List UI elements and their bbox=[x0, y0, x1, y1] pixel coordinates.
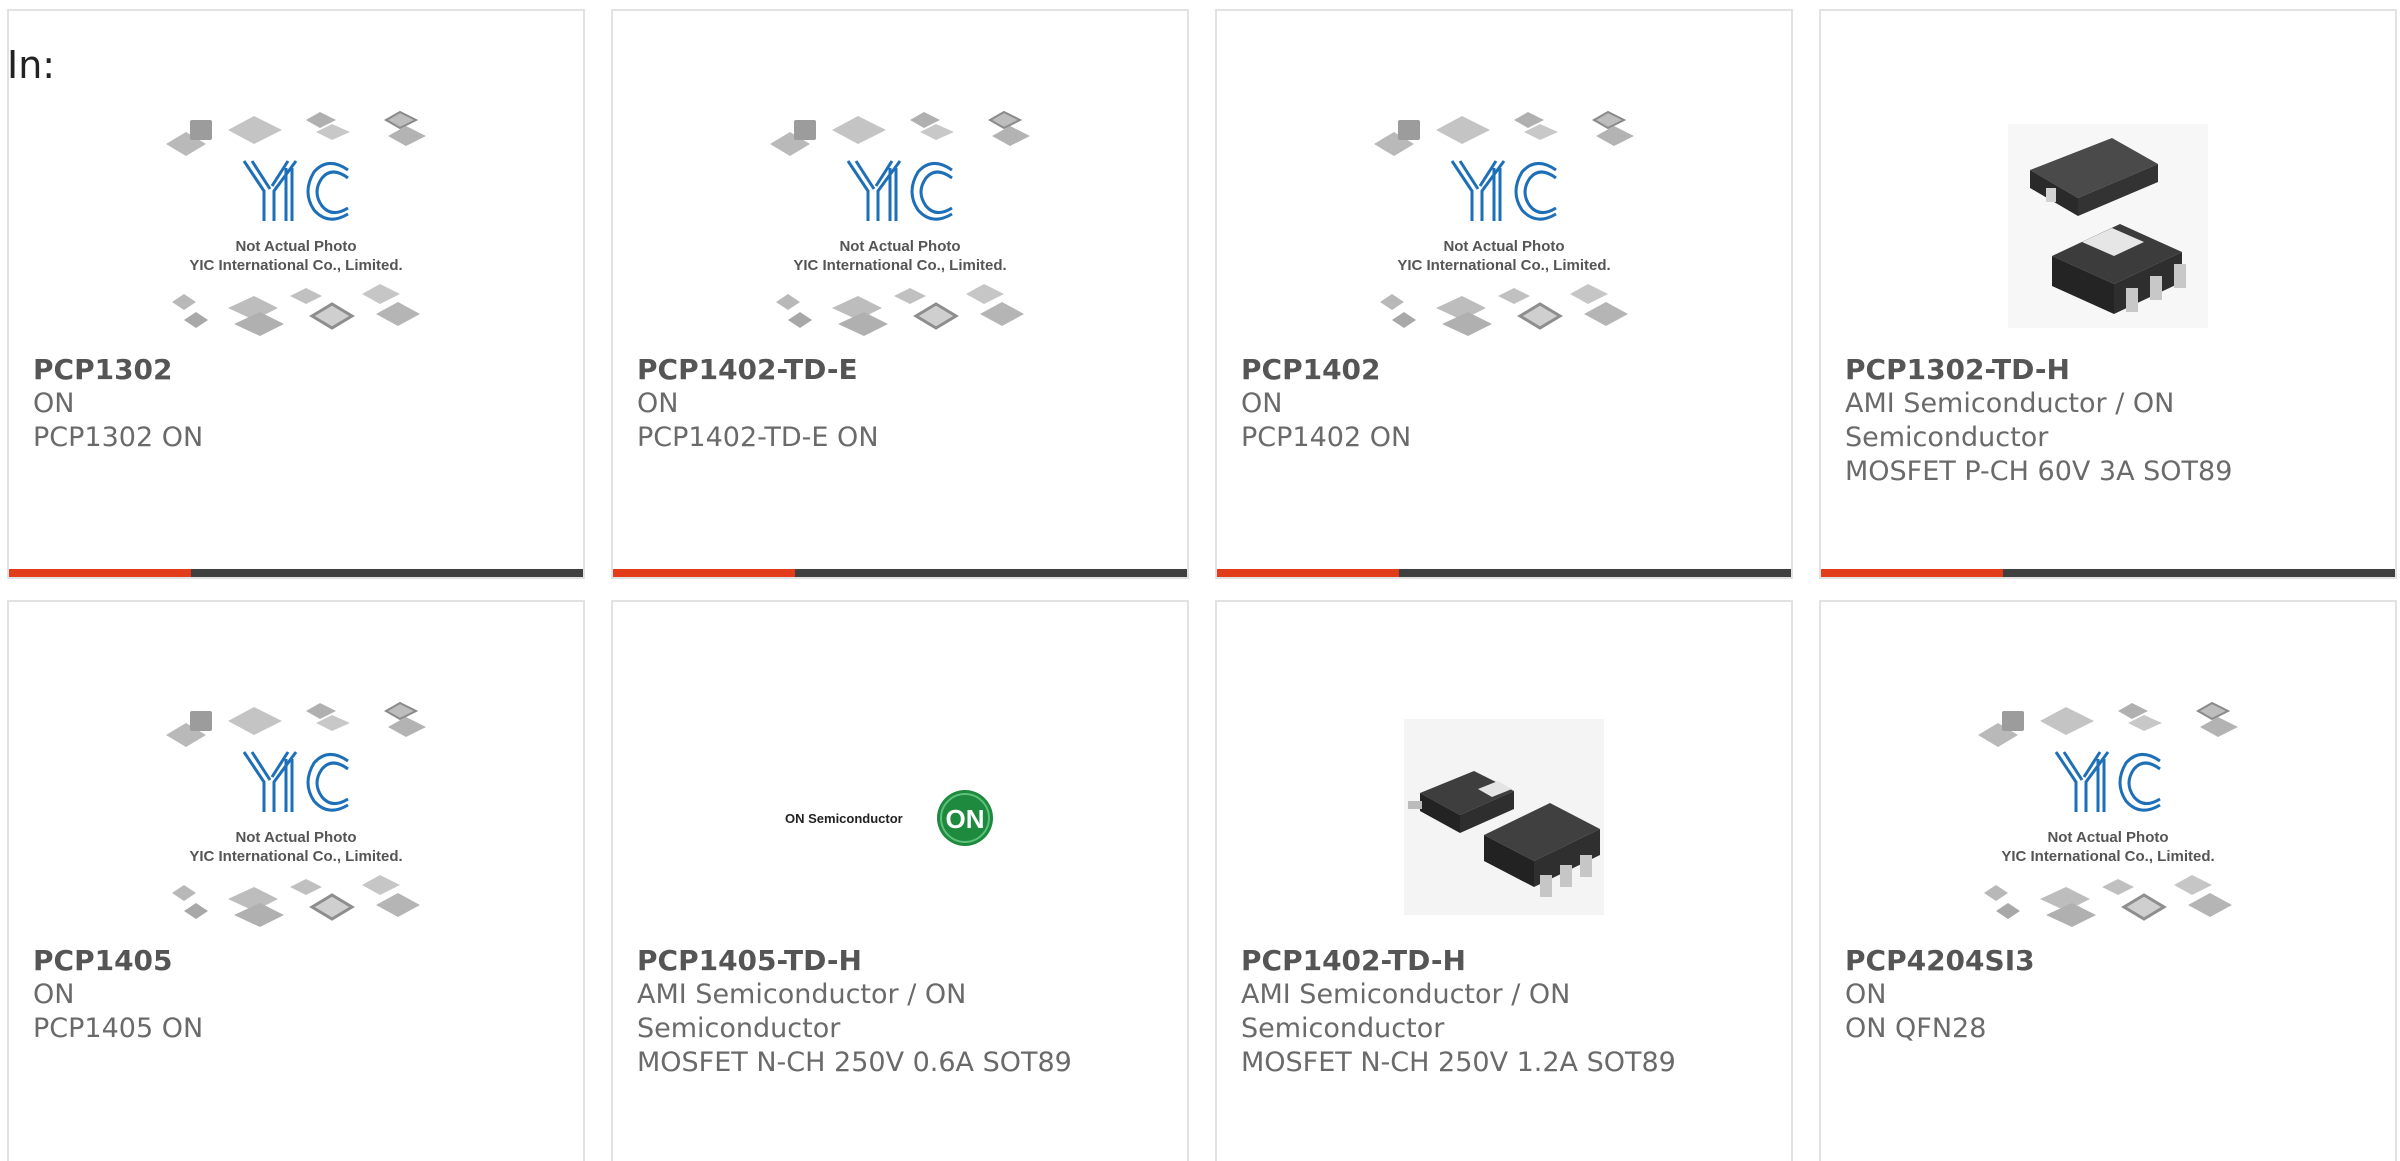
product-manufacturer: AMI Semiconductor / ON Semiconductor bbox=[1845, 388, 2175, 453]
on-semiconductor-wordmark: ON Semiconductor bbox=[785, 811, 903, 826]
chip-cluster-top-icon bbox=[1374, 110, 1634, 156]
product-part-number-link[interactable]: PCP1402-TD-H bbox=[1241, 944, 1767, 978]
placeholder-photo-image[interactable]: Not Actual Photo YIC International Co., … bbox=[1821, 687, 2395, 947]
product-info: PCP1405-TD-H AMI Semiconductor / ON Semi… bbox=[637, 944, 1163, 1080]
product-card[interactable]: Not Actual Photo YIC International Co., … bbox=[7, 600, 585, 1161]
chip-cluster-top-icon bbox=[166, 110, 426, 156]
product-manufacturer: ON bbox=[1241, 388, 1283, 419]
placeholder-photo-image[interactable]: Not Actual Photo YIC International Co., … bbox=[1217, 96, 1791, 356]
placeholder-line1: Not Actual Photo bbox=[1443, 238, 1564, 255]
chip-cluster-bottom-icon bbox=[1380, 284, 1628, 336]
placeholder-line2: YIC International Co., Limited. bbox=[1397, 257, 1610, 274]
product-part-number-link[interactable]: PCP1402 bbox=[1241, 353, 1767, 387]
placeholder-line1: Not Actual Photo bbox=[235, 829, 356, 846]
sot89-package-photo[interactable] bbox=[1217, 687, 1791, 947]
placeholder-line2: YIC International Co., Limited. bbox=[189, 848, 402, 865]
product-info: PCP4204SI3 ON ON QFN28 bbox=[1845, 944, 2371, 1046]
yic-logo-icon bbox=[242, 160, 349, 221]
product-description: MOSFET P-CH 60V 3A SOT89 bbox=[1845, 456, 2233, 487]
product-description: MOSFET N-CH 250V 0.6A SOT89 bbox=[637, 1047, 1072, 1078]
product-card[interactable]: Not Actual Photo YIC International Co., … bbox=[1215, 9, 1793, 579]
product-manufacturer: ON bbox=[33, 979, 75, 1010]
product-manufacturer: ON bbox=[1845, 979, 1887, 1010]
placeholder-photo-image[interactable]: Not Actual Photo YIC International Co., … bbox=[9, 96, 583, 356]
product-info: PCP1402-TD-E ON PCP1402-TD-E ON bbox=[637, 353, 1163, 455]
product-info: PCP1402-TD-H AMI Semiconductor / ON Semi… bbox=[1241, 944, 1767, 1080]
card-accent-bar bbox=[9, 569, 583, 577]
product-description: MOSFET N-CH 250V 1.2A SOT89 bbox=[1241, 1047, 1676, 1078]
chip-cluster-top-icon bbox=[1978, 701, 2238, 747]
product-description: PCP1402-TD-E ON bbox=[637, 422, 879, 453]
placeholder-line2: YIC International Co., Limited. bbox=[2001, 848, 2214, 865]
yic-logo-icon bbox=[242, 751, 349, 812]
product-part-number-link[interactable]: PCP1405 bbox=[33, 944, 559, 978]
product-description: PCP1302 ON bbox=[33, 422, 204, 453]
product-part-number-link[interactable]: PCP1302 bbox=[33, 353, 559, 387]
product-info: PCP1405 ON PCP1405 ON bbox=[33, 944, 559, 1046]
product-grid-page: In: Not Actual Photo YIC International C… bbox=[0, 0, 2400, 1161]
chip-cluster-bottom-icon bbox=[1984, 875, 2232, 927]
in-label: In: bbox=[7, 43, 56, 87]
product-part-number-link[interactable]: PCP4204SI3 bbox=[1845, 944, 2371, 978]
card-accent-bar bbox=[613, 569, 1187, 577]
product-card[interactable]: ON Semiconductor ON PCP1405-TD-H AMI Sem… bbox=[611, 600, 1189, 1161]
yic-logo-icon bbox=[846, 160, 953, 221]
placeholder-line1: Not Actual Photo bbox=[2047, 829, 2168, 846]
sot89-package-photo[interactable] bbox=[1821, 96, 2395, 356]
product-card[interactable]: PCP1302-TD-H AMI Semiconductor / ON Semi… bbox=[1819, 9, 2397, 579]
product-description: ON QFN28 bbox=[1845, 1013, 1987, 1044]
product-manufacturer: AMI Semiconductor / ON Semiconductor bbox=[1241, 979, 1571, 1044]
chip-cluster-bottom-icon bbox=[172, 875, 420, 927]
yic-logo-icon bbox=[1450, 160, 1557, 221]
card-accent-bar bbox=[1217, 569, 1791, 577]
card-accent-bar bbox=[1821, 569, 2395, 577]
product-manufacturer: ON bbox=[637, 388, 679, 419]
product-part-number-link[interactable]: PCP1302-TD-H bbox=[1845, 353, 2371, 387]
product-card[interactable]: Not Actual Photo YIC International Co., … bbox=[1819, 600, 2397, 1161]
product-part-number-link[interactable]: PCP1405-TD-H bbox=[637, 944, 1163, 978]
chip-cluster-top-icon bbox=[770, 110, 1030, 156]
on-logo-badge-text: ON bbox=[946, 804, 985, 834]
placeholder-line1: Not Actual Photo bbox=[839, 238, 960, 255]
yic-logo-icon bbox=[2054, 751, 2161, 812]
placeholder-line1: Not Actual Photo bbox=[235, 238, 356, 255]
product-card[interactable]: Not Actual Photo YIC International Co., … bbox=[7, 9, 585, 579]
product-manufacturer: ON bbox=[33, 388, 75, 419]
product-description: PCP1402 ON bbox=[1241, 422, 1412, 453]
chip-cluster-bottom-icon bbox=[776, 284, 1024, 336]
placeholder-photo-image[interactable]: Not Actual Photo YIC International Co., … bbox=[9, 687, 583, 947]
product-description: PCP1405 ON bbox=[33, 1013, 204, 1044]
product-card[interactable]: PCP1402-TD-H AMI Semiconductor / ON Semi… bbox=[1215, 600, 1793, 1161]
product-part-number-link[interactable]: PCP1402-TD-E bbox=[637, 353, 1163, 387]
product-info: PCP1302 ON PCP1302 ON bbox=[33, 353, 559, 455]
placeholder-line2: YIC International Co., Limited. bbox=[793, 257, 1006, 274]
chip-cluster-bottom-icon bbox=[172, 284, 420, 336]
on-logo-icon: ON bbox=[937, 790, 993, 846]
placeholder-line2: YIC International Co., Limited. bbox=[189, 257, 402, 274]
product-card[interactable]: Not Actual Photo YIC International Co., … bbox=[611, 9, 1189, 579]
placeholder-photo-image[interactable]: Not Actual Photo YIC International Co., … bbox=[613, 96, 1187, 356]
chip-cluster-top-icon bbox=[166, 701, 426, 747]
on-semiconductor-logo-image[interactable]: ON Semiconductor ON bbox=[613, 687, 1187, 947]
product-info: PCP1402 ON PCP1402 ON bbox=[1241, 353, 1767, 455]
product-info: PCP1302-TD-H AMI Semiconductor / ON Semi… bbox=[1845, 353, 2371, 489]
product-manufacturer: AMI Semiconductor / ON Semiconductor bbox=[637, 979, 967, 1044]
